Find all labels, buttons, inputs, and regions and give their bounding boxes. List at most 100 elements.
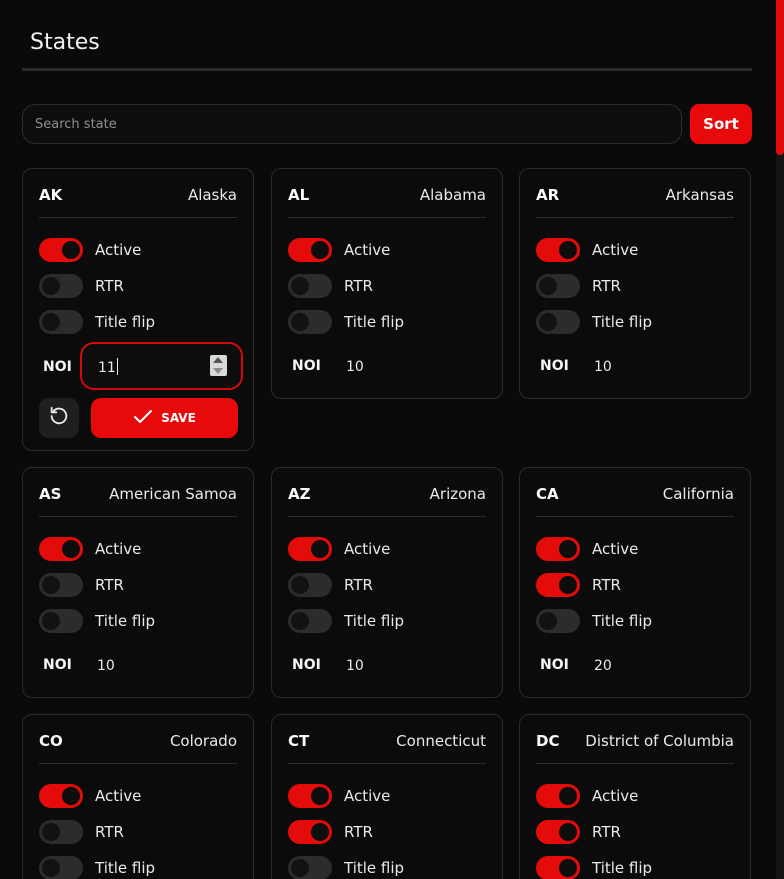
toggle-row-rtr: RTR bbox=[39, 274, 124, 298]
toggle-row-rtr: RTR bbox=[39, 573, 124, 597]
card-header: CO Colorado bbox=[39, 731, 237, 751]
noi-input-value[interactable]: 11 bbox=[98, 358, 118, 376]
toggle-knob bbox=[42, 313, 60, 331]
title-flip-toggle[interactable] bbox=[536, 310, 580, 334]
card-header: AZ Arizona bbox=[288, 484, 486, 504]
active-toggle[interactable] bbox=[288, 537, 332, 561]
state-card-co: CO Colorado Active RTR Title flip bbox=[22, 714, 254, 879]
state-name: Alabama bbox=[419, 186, 486, 204]
toggle-row-title-flip: Title flip bbox=[536, 856, 652, 879]
active-toggle[interactable] bbox=[536, 238, 580, 262]
active-label: Active bbox=[592, 787, 639, 805]
active-label: Active bbox=[95, 787, 142, 805]
toggle-knob bbox=[539, 277, 557, 295]
toggle-row-active: Active bbox=[536, 537, 638, 561]
toggle-knob bbox=[42, 823, 60, 841]
toggle-row-rtr: RTR bbox=[536, 573, 621, 597]
toggle-row-active: Active bbox=[288, 537, 390, 561]
active-toggle[interactable] bbox=[536, 537, 580, 561]
rtr-toggle[interactable] bbox=[288, 573, 332, 597]
title-flip-toggle[interactable] bbox=[288, 609, 332, 633]
rtr-label: RTR bbox=[95, 576, 124, 594]
title-flip-toggle[interactable] bbox=[39, 310, 83, 334]
title-flip-label: Title flip bbox=[344, 313, 405, 331]
active-toggle[interactable] bbox=[39, 537, 83, 561]
toggle-knob bbox=[291, 313, 309, 331]
active-toggle[interactable] bbox=[288, 784, 332, 808]
title-flip-toggle[interactable] bbox=[536, 609, 580, 633]
rtr-toggle[interactable] bbox=[536, 820, 580, 844]
number-spinner[interactable] bbox=[210, 355, 227, 376]
state-code: AL bbox=[288, 186, 310, 204]
title-flip-label: Title flip bbox=[95, 859, 156, 877]
active-toggle[interactable] bbox=[39, 784, 83, 808]
spinner-up-icon[interactable] bbox=[213, 357, 223, 363]
toggle-knob bbox=[42, 277, 60, 295]
title-flip-toggle[interactable] bbox=[288, 310, 332, 334]
noi-label: NOI bbox=[292, 358, 321, 374]
rtr-toggle[interactable] bbox=[39, 820, 83, 844]
noi-label: NOI bbox=[43, 359, 72, 375]
toggle-row-title-flip: Title flip bbox=[39, 609, 155, 633]
card-header: CA California bbox=[536, 484, 734, 504]
card-divider bbox=[288, 217, 486, 218]
title-flip-label: Title flip bbox=[592, 612, 653, 630]
title-flip-toggle[interactable] bbox=[288, 856, 332, 879]
card-divider bbox=[39, 217, 237, 218]
rtr-toggle[interactable] bbox=[536, 274, 580, 298]
toggle-knob bbox=[291, 612, 309, 630]
sort-button[interactable]: Sort bbox=[690, 104, 752, 144]
state-name: Arizona bbox=[429, 485, 486, 503]
state-card-ct: CT Connecticut Active RTR Title flip bbox=[271, 714, 503, 879]
rtr-label: RTR bbox=[592, 576, 621, 594]
toggle-row-title-flip: Title flip bbox=[39, 310, 155, 334]
spinner-down-icon[interactable] bbox=[213, 368, 223, 374]
noi-value: 20 bbox=[594, 658, 612, 674]
save-label: SAVE bbox=[161, 411, 196, 425]
toggle-knob bbox=[311, 241, 329, 259]
active-toggle[interactable] bbox=[39, 238, 83, 262]
active-label: Active bbox=[344, 787, 391, 805]
title-flip-toggle[interactable] bbox=[39, 856, 83, 879]
state-name: Colorado bbox=[169, 732, 237, 750]
toggle-knob bbox=[559, 576, 577, 594]
state-card-as: AS American Samoa Active RTR Title flip NOI 10 bbox=[22, 467, 254, 698]
toggle-knob bbox=[559, 823, 577, 841]
card-header: AS American Samoa bbox=[39, 484, 237, 504]
toggle-knob bbox=[559, 787, 577, 805]
scrollbar[interactable] bbox=[776, 0, 784, 879]
toggle-knob bbox=[559, 241, 577, 259]
rtr-toggle[interactable] bbox=[536, 573, 580, 597]
active-toggle[interactable] bbox=[536, 784, 580, 808]
title-flip-toggle[interactable] bbox=[39, 609, 83, 633]
toggle-knob bbox=[42, 612, 60, 630]
toggle-row-title-flip: Title flip bbox=[536, 310, 652, 334]
search-input[interactable] bbox=[22, 104, 682, 144]
active-toggle[interactable] bbox=[288, 238, 332, 262]
toggle-row-active: Active bbox=[536, 784, 638, 808]
rtr-toggle[interactable] bbox=[39, 573, 83, 597]
scrollbar-thumb[interactable] bbox=[776, 0, 784, 155]
rtr-toggle[interactable] bbox=[39, 274, 83, 298]
card-divider bbox=[288, 763, 486, 764]
toggle-knob bbox=[559, 859, 577, 877]
page-title: States bbox=[30, 30, 100, 55]
toggle-knob bbox=[62, 787, 80, 805]
text-caret bbox=[116, 358, 118, 375]
toggle-row-title-flip: Title flip bbox=[288, 856, 404, 879]
save-button[interactable]: SAVE bbox=[91, 398, 238, 438]
reset-button[interactable] bbox=[39, 398, 79, 438]
noi-label: NOI bbox=[540, 657, 569, 673]
noi-input[interactable]: 11 bbox=[80, 342, 243, 390]
rtr-toggle[interactable] bbox=[288, 274, 332, 298]
active-label: Active bbox=[95, 241, 142, 259]
toggle-knob bbox=[291, 576, 309, 594]
toggle-knob bbox=[539, 313, 557, 331]
toggle-knob bbox=[42, 576, 60, 594]
toggle-row-rtr: RTR bbox=[288, 274, 373, 298]
toggle-row-title-flip: Title flip bbox=[288, 310, 404, 334]
rtr-label: RTR bbox=[95, 277, 124, 295]
noi-value: 10 bbox=[346, 359, 364, 375]
rtr-toggle[interactable] bbox=[288, 820, 332, 844]
title-flip-toggle[interactable] bbox=[536, 856, 580, 879]
